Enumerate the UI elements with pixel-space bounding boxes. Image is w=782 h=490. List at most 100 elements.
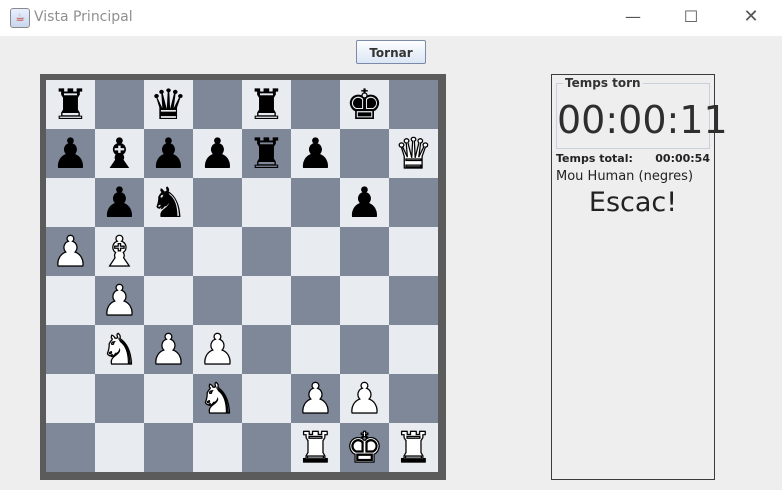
white-pawn-icon[interactable]: ♟ bbox=[345, 373, 384, 423]
title-bar: ☕ Vista Principal — ☐ ✕ bbox=[0, 0, 782, 36]
square-f4[interactable] bbox=[291, 276, 340, 325]
square-f3[interactable] bbox=[291, 325, 340, 374]
black-pawn-icon[interactable]: ♟ bbox=[150, 129, 188, 178]
square-g2[interactable]: ♟ bbox=[340, 373, 389, 424]
square-g5[interactable] bbox=[340, 227, 389, 276]
square-g1[interactable]: ♚ bbox=[340, 422, 389, 473]
white-pawn-icon[interactable]: ♟ bbox=[149, 324, 188, 374]
square-b6[interactable]: ♟ bbox=[95, 178, 144, 227]
square-h8[interactable] bbox=[389, 80, 438, 129]
white-knight-icon[interactable]: ♞ bbox=[198, 373, 237, 423]
black-rook-icon[interactable]: ♜ bbox=[52, 80, 90, 129]
black-queen-icon[interactable]: ♛ bbox=[150, 80, 188, 129]
square-c7[interactable]: ♟ bbox=[144, 129, 193, 178]
square-f7[interactable]: ♟ bbox=[291, 129, 340, 178]
turn-timer-box: Temps torn 00:00:11 bbox=[556, 76, 728, 149]
square-a6[interactable] bbox=[46, 178, 95, 227]
black-pawn-icon[interactable]: ♟ bbox=[52, 129, 90, 178]
square-h1[interactable]: ♜ bbox=[389, 422, 438, 473]
square-a1[interactable] bbox=[46, 423, 95, 472]
square-c8[interactable]: ♛ bbox=[144, 80, 193, 129]
square-e7[interactable]: ♜ bbox=[242, 129, 291, 178]
square-d7[interactable]: ♟ bbox=[193, 129, 242, 178]
square-e3[interactable] bbox=[242, 325, 291, 374]
black-knight-icon[interactable]: ♞ bbox=[150, 178, 188, 227]
square-d5[interactable] bbox=[193, 227, 242, 276]
turn-info: Mou Human (negres) bbox=[556, 169, 694, 184]
square-f1[interactable]: ♜ bbox=[291, 422, 340, 473]
square-e4[interactable] bbox=[242, 276, 291, 325]
square-f5[interactable] bbox=[291, 227, 340, 276]
white-knight-icon[interactable]: ♞ bbox=[100, 324, 139, 374]
white-pawn-icon[interactable]: ♟ bbox=[198, 324, 237, 374]
white-rook-icon[interactable]: ♜ bbox=[296, 422, 335, 472]
square-f2[interactable]: ♟ bbox=[291, 373, 340, 424]
square-c1[interactable] bbox=[144, 423, 193, 472]
white-rook-icon[interactable]: ♜ bbox=[394, 422, 433, 472]
black-bishop-icon[interactable]: ♝ bbox=[101, 129, 139, 178]
square-a5[interactable]: ♟ bbox=[46, 226, 95, 277]
square-e5[interactable] bbox=[242, 227, 291, 276]
black-rook-icon[interactable]: ♜ bbox=[248, 129, 286, 178]
square-g4[interactable] bbox=[340, 276, 389, 325]
tornar-button[interactable]: Tornar bbox=[356, 40, 426, 64]
square-b5[interactable]: ♝ bbox=[95, 226, 144, 277]
turn-timer-label: Temps torn bbox=[563, 76, 643, 90]
black-pawn-icon[interactable]: ♟ bbox=[199, 129, 237, 178]
square-f8[interactable] bbox=[291, 80, 340, 129]
square-c2[interactable] bbox=[144, 374, 193, 423]
minimize-button[interactable]: — bbox=[610, 0, 656, 36]
square-h7[interactable]: ♛ bbox=[389, 128, 438, 179]
white-queen-icon[interactable]: ♛ bbox=[394, 128, 433, 178]
square-d3[interactable]: ♟ bbox=[193, 324, 242, 375]
square-e6[interactable] bbox=[242, 178, 291, 227]
square-d1[interactable] bbox=[193, 423, 242, 472]
square-d8[interactable] bbox=[193, 80, 242, 129]
side-panel: Temps torn 00:00:11 Temps total: 00:00:5… bbox=[551, 74, 728, 480]
square-h4[interactable] bbox=[389, 276, 438, 325]
white-pawn-icon[interactable]: ♟ bbox=[100, 275, 139, 325]
square-b3[interactable]: ♞ bbox=[95, 324, 144, 375]
square-e1[interactable] bbox=[242, 423, 291, 472]
square-b4[interactable]: ♟ bbox=[95, 275, 144, 326]
square-a4[interactable] bbox=[46, 276, 95, 325]
square-e8[interactable]: ♜ bbox=[242, 80, 291, 129]
square-c4[interactable] bbox=[144, 276, 193, 325]
square-b2[interactable] bbox=[95, 374, 144, 423]
white-bishop-icon[interactable]: ♝ bbox=[100, 226, 139, 276]
square-d6[interactable] bbox=[193, 178, 242, 227]
black-king-icon[interactable]: ♚ bbox=[346, 80, 384, 129]
square-a3[interactable] bbox=[46, 325, 95, 374]
square-h3[interactable] bbox=[389, 325, 438, 374]
window-title: Vista Principal bbox=[34, 9, 133, 25]
square-a8[interactable]: ♜ bbox=[46, 80, 95, 129]
square-b7[interactable]: ♝ bbox=[95, 129, 144, 178]
square-h6[interactable] bbox=[389, 178, 438, 227]
black-pawn-icon[interactable]: ♟ bbox=[346, 178, 384, 227]
square-d2[interactable]: ♞ bbox=[193, 373, 242, 424]
maximize-button[interactable]: ☐ bbox=[668, 0, 714, 36]
square-b8[interactable] bbox=[95, 80, 144, 129]
square-d4[interactable] bbox=[193, 276, 242, 325]
square-b1[interactable] bbox=[95, 423, 144, 472]
square-a2[interactable] bbox=[46, 374, 95, 423]
square-g8[interactable]: ♚ bbox=[340, 80, 389, 129]
square-c6[interactable]: ♞ bbox=[144, 178, 193, 227]
white-pawn-icon[interactable]: ♟ bbox=[296, 373, 335, 423]
close-button[interactable]: ✕ bbox=[728, 0, 774, 36]
square-a7[interactable]: ♟ bbox=[46, 129, 95, 178]
black-pawn-icon[interactable]: ♟ bbox=[297, 129, 335, 178]
square-g7[interactable] bbox=[340, 129, 389, 178]
square-g3[interactable] bbox=[340, 325, 389, 374]
square-c5[interactable] bbox=[144, 227, 193, 276]
white-pawn-icon[interactable]: ♟ bbox=[51, 226, 90, 276]
square-c3[interactable]: ♟ bbox=[144, 324, 193, 375]
square-h5[interactable] bbox=[389, 227, 438, 276]
square-f6[interactable] bbox=[291, 178, 340, 227]
square-h2[interactable] bbox=[389, 374, 438, 423]
square-g6[interactable]: ♟ bbox=[340, 178, 389, 227]
black-pawn-icon[interactable]: ♟ bbox=[101, 178, 139, 227]
black-rook-icon[interactable]: ♜ bbox=[248, 80, 286, 129]
square-e2[interactable] bbox=[242, 374, 291, 423]
white-king-icon[interactable]: ♚ bbox=[345, 422, 384, 472]
